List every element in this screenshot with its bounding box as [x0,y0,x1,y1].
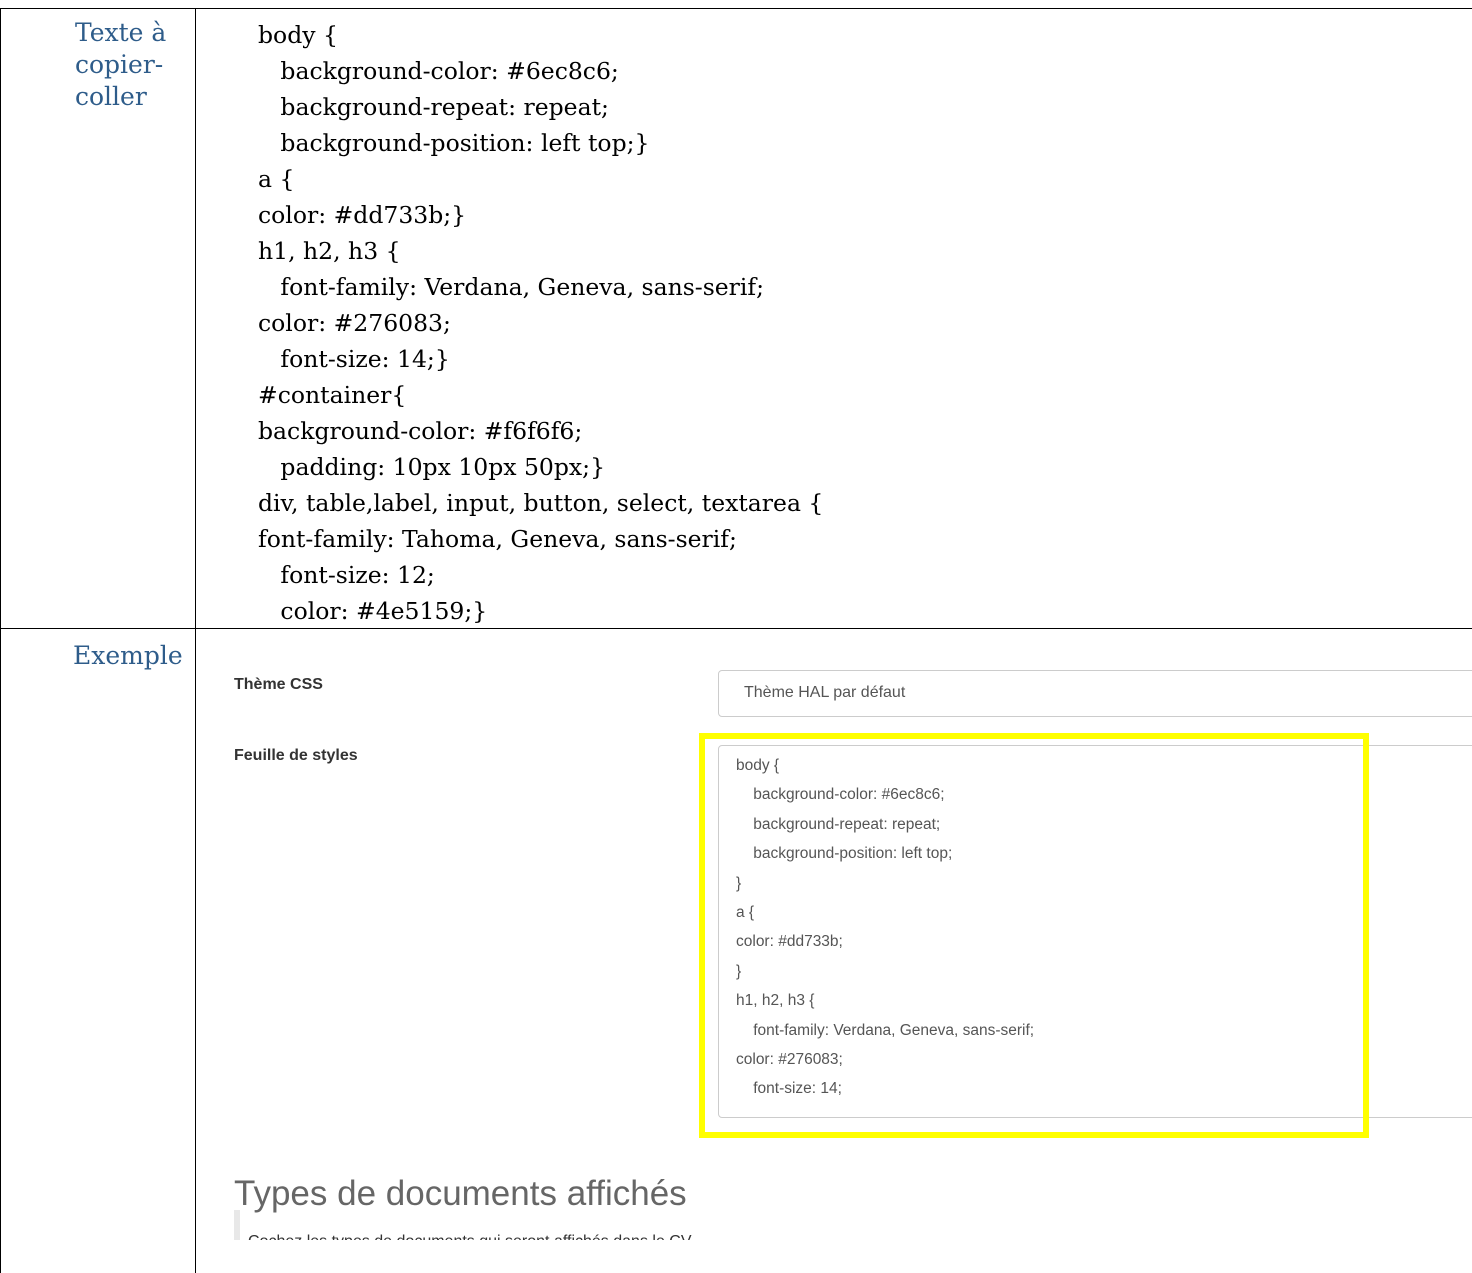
code-line: div, table,label, input, button, select,… [258,489,824,517]
code-line: color: #4e5159;} [258,597,488,625]
crop-mask [196,1240,1472,1273]
code-line: padding: 10px 10px 50px;} [258,453,606,481]
code-line: background-repeat: repeat; [258,93,609,121]
code-line: font-size: 12; [258,561,435,589]
theme-css-label: Thème CSS [234,676,323,693]
code-line: font-family: Tahoma, Geneva, sans-serif; [258,525,737,553]
code-line: font-size: 14;} [258,345,450,373]
highlight-box [699,733,1369,1138]
code-line: color: #dd733b;} [258,201,467,229]
stylesheet-label: Feuille de styles [234,747,358,764]
code-line: font-family: Verdana, Geneva, sans-serif… [258,273,765,301]
row-label-copy-text: Texte à copier- coller [75,18,167,111]
code-line: #container{ [258,381,407,409]
code-line: background-color: #6ec8c6; [258,57,619,85]
css-code-block: body { background-color: #6ec8c6; backgr… [258,17,823,629]
code-line: background-color: #f6f6f6; [258,417,583,445]
row-label-example: Exemple [73,641,183,670]
help-quote-bar [234,1210,240,1242]
theme-select-value: Thème HAL par défaut [744,684,906,701]
code-line: a { [258,165,295,193]
column-divider [195,8,196,1273]
code-line: background-position: left top;} [258,129,650,157]
theme-select[interactable]: Thème HAL par défaut [718,670,1472,717]
code-line: h1, h2, h3 { [258,237,401,265]
section-title: Types de documents affichés [234,1174,687,1214]
code-line: body { [258,21,338,49]
code-line: color: #276083; [258,309,451,337]
